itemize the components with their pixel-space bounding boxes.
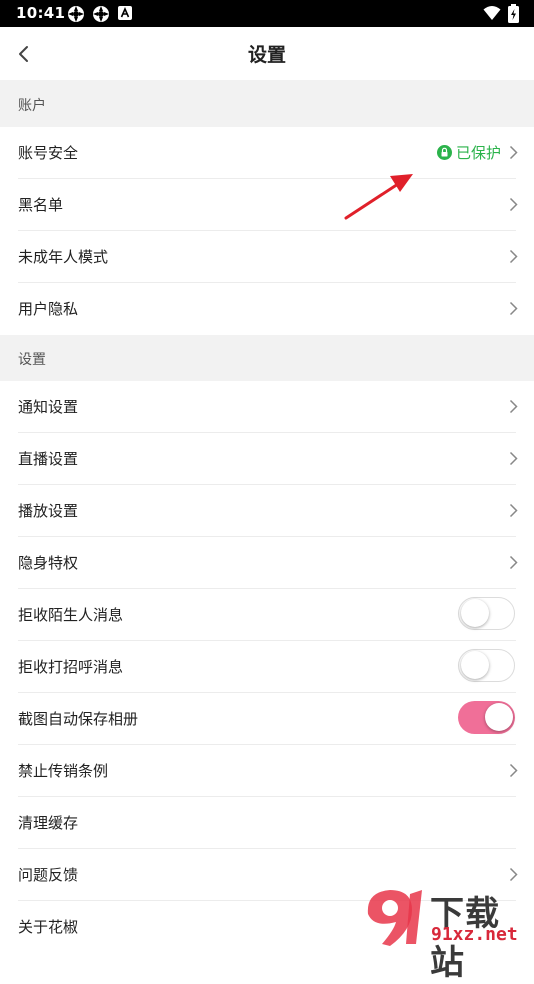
chevron-right-icon	[509, 555, 518, 570]
section-header-label: 账户	[18, 98, 46, 114]
row-reject-stranger-messages: 拒收陌生人消息	[0, 589, 534, 641]
battery-icon	[508, 4, 519, 23]
row-playback-settings[interactable]: 播放设置	[0, 485, 534, 537]
row-label: 播放设置	[18, 502, 79, 520]
row-notification-settings[interactable]: 通知设置	[0, 381, 534, 433]
reject-stranger-toggle[interactable]	[458, 597, 515, 630]
row-label: 账号安全	[18, 144, 79, 162]
chevron-right-icon	[509, 503, 518, 518]
watermark-logo-icon	[367, 890, 422, 946]
row-label: 通知设置	[18, 398, 79, 416]
row-clear-cache[interactable]: 清理缓存	[0, 797, 534, 849]
toggle-knob	[461, 651, 489, 679]
auto-save-screenshot-toggle[interactable]	[458, 701, 515, 734]
row-label: 清理缓存	[18, 814, 79, 832]
section-header-label: 设置	[18, 352, 46, 368]
row-label: 禁止传销条例	[18, 762, 109, 780]
row-user-privacy[interactable]: 用户隐私	[0, 283, 534, 335]
row-label: 关于花椒	[18, 918, 79, 936]
chevron-right-icon	[509, 451, 518, 466]
chevron-right-icon	[509, 763, 518, 778]
watermark-text-bottom: 91xz.net	[431, 924, 518, 945]
status-time: 10:41	[16, 4, 66, 22]
app-a-icon	[118, 6, 132, 20]
toggle-knob	[461, 599, 489, 627]
app-notification-icon-2	[93, 6, 109, 22]
nav-bar: 设置	[0, 27, 534, 80]
row-label: 拒收陌生人消息	[18, 606, 124, 624]
page-title: 设置	[247, 44, 286, 66]
row-invisible-privilege[interactable]: 隐身特权	[0, 537, 534, 589]
row-account-security[interactable]: 账号安全 已保护	[0, 127, 534, 179]
chevron-right-icon	[509, 249, 518, 264]
toggle-knob	[485, 703, 513, 731]
wifi-icon	[483, 6, 501, 20]
chevron-right-icon	[509, 867, 518, 882]
reject-greeting-toggle[interactable]	[458, 649, 515, 682]
row-auto-save-screenshot: 截图自动保存相册	[0, 693, 534, 745]
row-live-settings[interactable]: 直播设置	[0, 433, 534, 485]
lock-icon	[436, 145, 452, 160]
app-notification-icon	[68, 6, 84, 22]
row-label: 未成年人模式	[18, 248, 109, 266]
section-header-account: 账户	[0, 80, 534, 127]
protect-status-text: 已保护	[455, 144, 501, 162]
row-label: 黑名单	[18, 196, 64, 214]
status-bar: 10:41	[0, 0, 534, 27]
chevron-right-icon	[509, 145, 518, 160]
annotation-arrow-icon	[344, 174, 413, 220]
chevron-right-icon	[509, 301, 518, 316]
row-label: 用户隐私	[18, 300, 79, 318]
row-blacklist[interactable]: 黑名单	[0, 179, 534, 231]
row-label: 直播设置	[18, 450, 79, 468]
section-header-settings: 设置	[0, 335, 534, 381]
row-label: 问题反馈	[18, 866, 79, 884]
row-anti-mlm-regulations[interactable]: 禁止传销条例	[0, 745, 534, 797]
row-label: 截图自动保存相册	[18, 710, 139, 728]
chevron-right-icon	[509, 399, 518, 414]
watermark: 下载站 91xz.net	[360, 884, 532, 983]
row-reject-greeting-messages: 拒收打招呼消息	[0, 641, 534, 693]
row-label: 拒收打招呼消息	[18, 658, 124, 676]
protect-status: 已保护	[436, 142, 501, 163]
row-minor-mode[interactable]: 未成年人模式	[0, 231, 534, 283]
row-label: 隐身特权	[18, 554, 79, 572]
chevron-right-icon	[509, 197, 518, 212]
